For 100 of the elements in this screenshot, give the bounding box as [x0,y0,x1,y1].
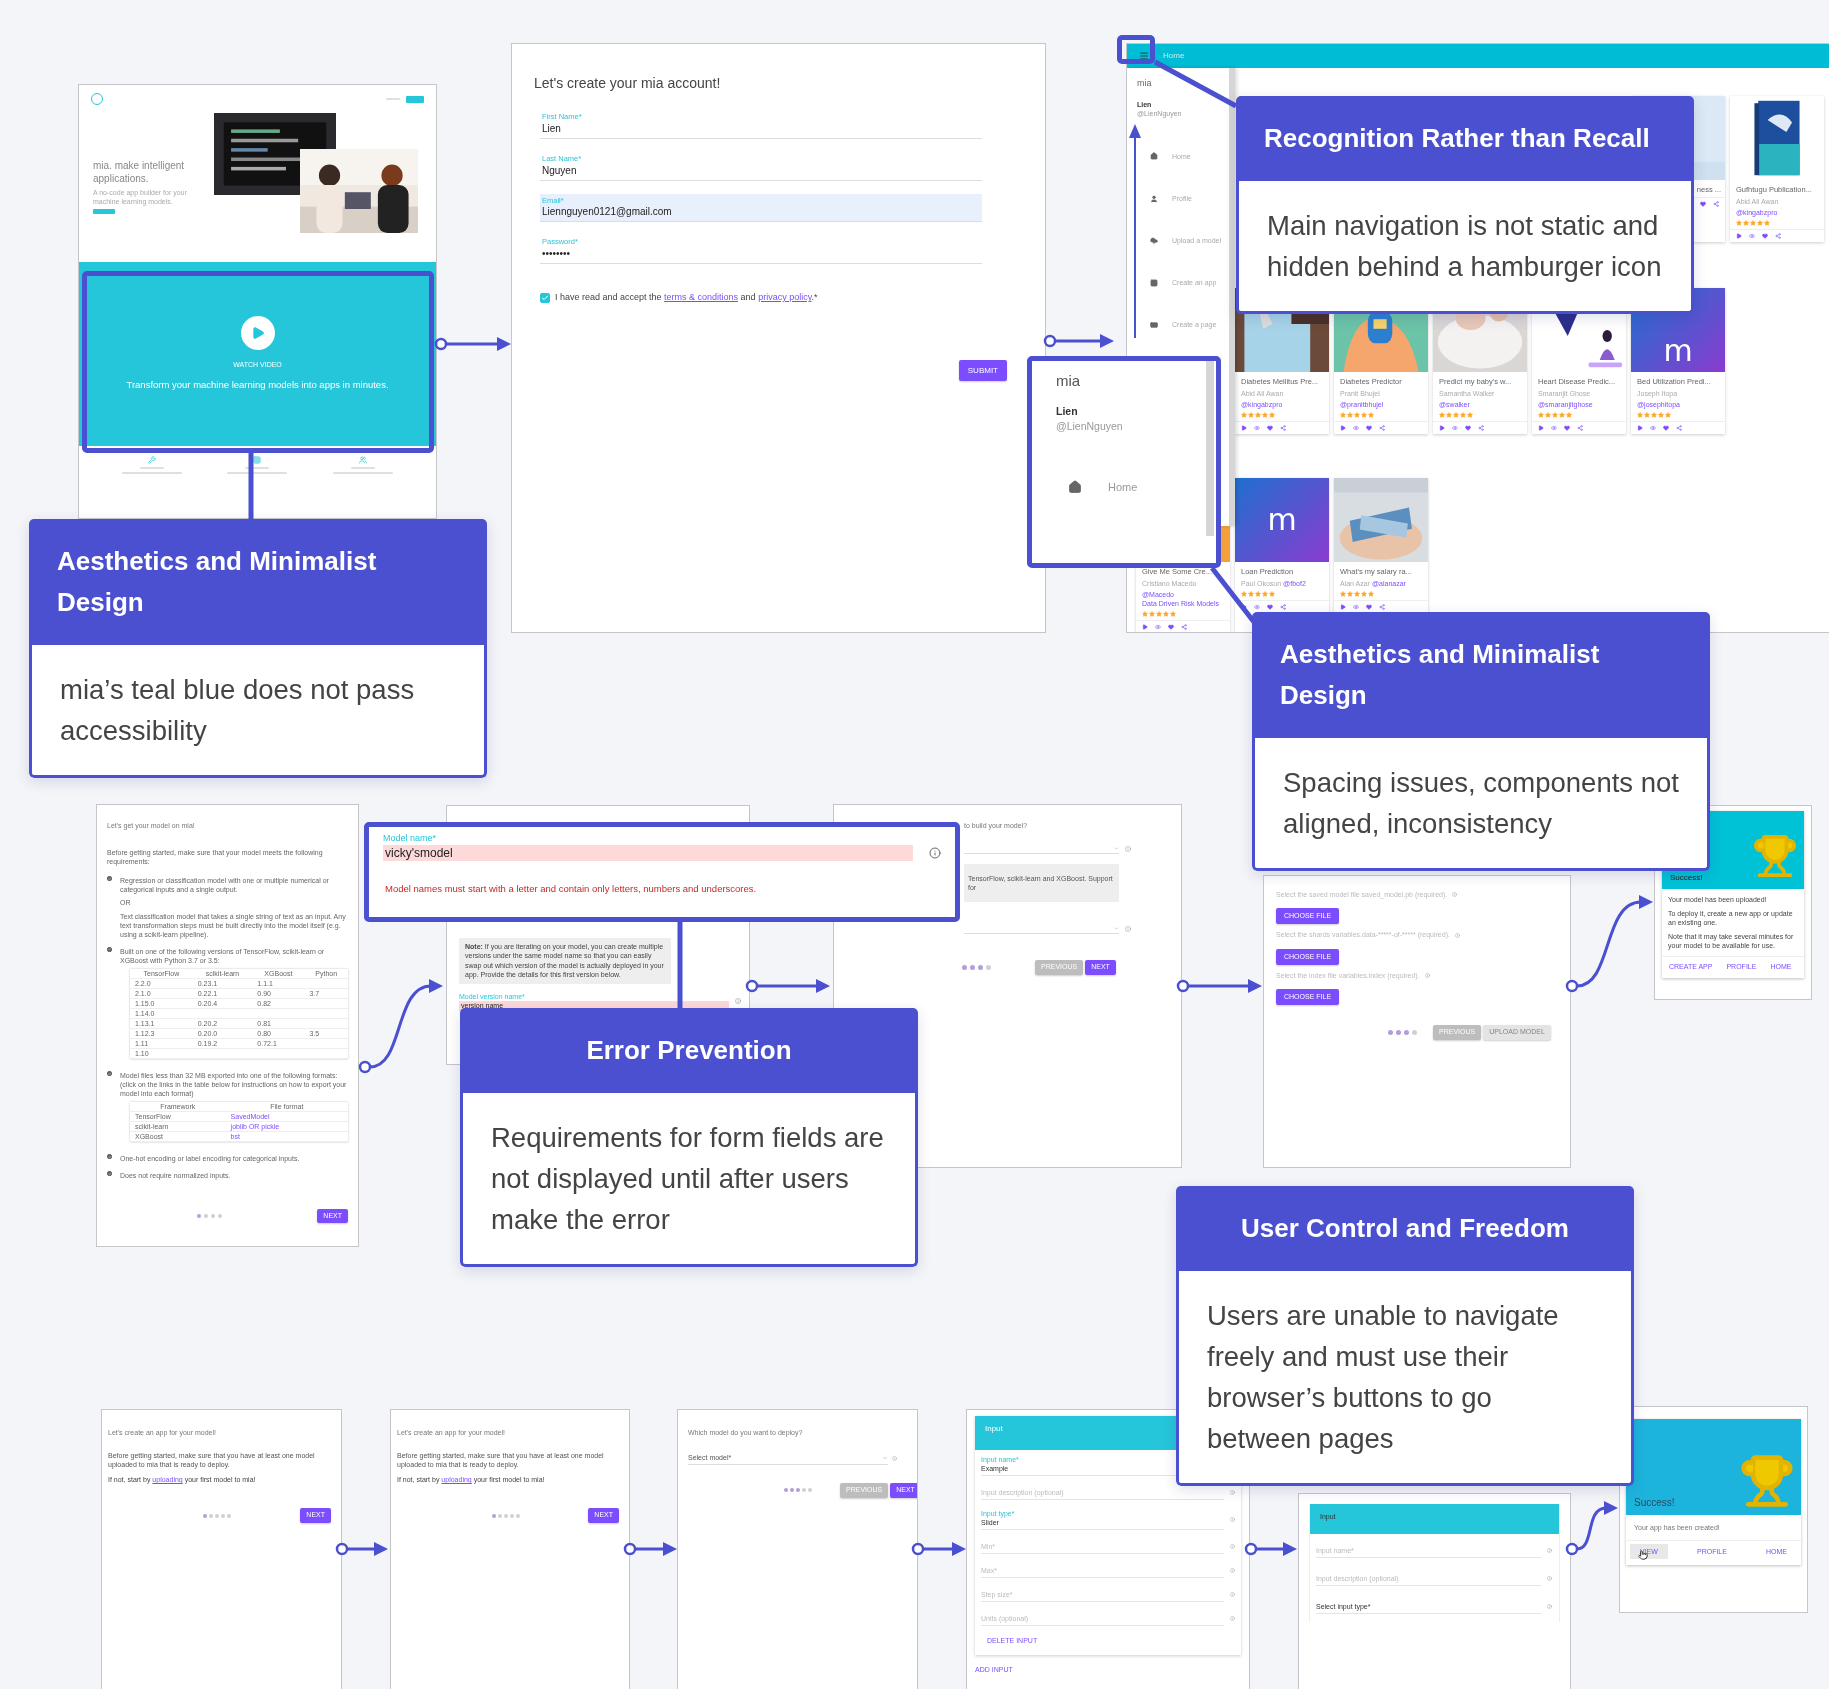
play-icon[interactable] [1340,424,1346,431]
heart-icon[interactable] [1465,424,1471,431]
share-icon[interactable] [1379,424,1385,431]
submit-button[interactable]: SUBMIT [958,359,1007,382]
eye-icon[interactable] [1551,424,1557,431]
success-title: Success! [1670,872,1703,883]
info-icon[interactable] [1452,892,1458,898]
share-icon[interactable] [1280,424,1286,431]
heart-icon[interactable] [1564,424,1570,431]
info-icon[interactable] [1230,1567,1235,1573]
play-icon[interactable] [1637,424,1643,431]
play-icon[interactable] [1538,424,1544,431]
eye-icon[interactable] [1353,603,1359,610]
heart-icon[interactable] [1366,603,1372,610]
play-icon[interactable] [1340,603,1346,610]
checkbox[interactable] [540,293,550,304]
share-icon[interactable] [1676,424,1682,431]
info-icon[interactable] [1230,1516,1235,1522]
highlight-frame [1117,35,1155,64]
annotation-title-tooltip: Aesthetics and Minimalist Design [1252,612,1710,738]
heart-icon[interactable] [1267,603,1273,610]
heart-icon[interactable] [1168,623,1174,630]
play-icon[interactable] [1241,424,1247,431]
annotation-title-tooltip: User Control and Freedom [1176,1186,1634,1271]
signup-button[interactable] [406,95,424,103]
info-icon[interactable] [1125,846,1131,853]
brand-name: mia [1056,371,1082,391]
eye-icon[interactable] [1254,603,1260,610]
user-name: Lien [1056,404,1079,419]
share-icon[interactable] [1280,603,1286,610]
checkbox[interactable] [107,876,112,882]
headline: mia. make intelligent applications. [93,159,186,185]
heart-icon[interactable] [1366,424,1372,431]
info-icon[interactable] [1454,932,1460,938]
info-icon[interactable] [735,998,741,1005]
eye-icon[interactable] [1749,232,1755,239]
feature-icon [147,456,156,464]
play-icon[interactable] [1142,623,1148,630]
page-title: Home [1163,50,1185,62]
profile-icon [1150,194,1158,203]
info-icon[interactable] [1230,1615,1235,1621]
cta-button[interactable] [93,209,115,215]
heart-icon[interactable] [1762,232,1768,239]
share-icon[interactable] [1775,232,1781,239]
checkbox[interactable] [107,1154,112,1160]
brand-name: mia [1137,78,1153,90]
drawer-item[interactable]: Home [1068,479,1216,495]
annotation-text-tooltip: Users are unable to navigate freely and must use their browser’s buttons to go between pages [1176,1271,1634,1486]
heart-icon[interactable] [1267,424,1273,431]
share-icon[interactable] [1713,200,1719,207]
app-logo: m [1235,477,1329,562]
checkbox[interactable] [107,946,112,952]
share-icon[interactable] [1577,424,1583,431]
play-icon[interactable] [1241,603,1247,610]
select-field[interactable] [964,924,1119,935]
info-icon[interactable] [1125,926,1131,933]
heart-icon[interactable] [1700,200,1706,207]
eye-icon[interactable] [1452,424,1458,431]
eye-icon[interactable] [1155,623,1161,630]
page-title: Let's create your mia account! [534,74,722,93]
video-caption: Transform your machine learning models into apps in minutes. [126,379,389,392]
share-icon[interactable] [1379,603,1385,610]
eye-icon[interactable] [1254,424,1260,431]
play-button[interactable] [240,316,275,351]
info-icon[interactable] [1230,1543,1235,1549]
upload-icon [1150,236,1158,245]
info-icon[interactable] [1547,1575,1552,1581]
info-icon[interactable] [892,1455,897,1461]
eye-icon[interactable] [1353,424,1359,431]
info-icon[interactable] [1424,973,1430,978]
annotation-text-tooltip: Spacing issues, components not aligned, inconsistency [1252,738,1710,871]
info-icon[interactable] [1230,1489,1235,1495]
link[interactable]: terms & conditions [664,292,739,303]
annotation-text-tooltip: Main navigation is not static and hidden behind a hamburger icon [1236,181,1694,314]
select-field[interactable] [964,844,1119,855]
play-icon [250,326,265,341]
play-icon[interactable] [1439,424,1445,431]
annotation-title-tooltip: Aesthetics and Minimalist Design [29,519,487,645]
consent-text: I have read and accept the terms & conditions and privacy policy.* [555,292,818,304]
checkbox[interactable] [107,1071,112,1077]
chevron-icon [1114,846,1119,852]
home-icon [1068,479,1082,494]
heart-icon[interactable] [1663,424,1669,431]
checkbox[interactable] [107,1171,112,1177]
info-icon[interactable] [1547,1547,1552,1553]
error-message: Model names must start with a letter and contain only letters, numbers and underscores. [385,882,758,896]
scrollbar[interactable] [1229,68,1235,526]
link[interactable]: privacy policy [758,292,812,303]
trophy-icon [1752,833,1798,879]
success-title: Success! [1634,1496,1675,1509]
play-icon[interactable] [1736,232,1742,239]
info-icon[interactable] [929,847,941,859]
share-icon[interactable] [1181,623,1187,630]
annotation-text-tooltip: mia’s teal blue does not pass accessibility [29,645,487,778]
info-icon[interactable] [1230,1591,1235,1597]
share-icon[interactable] [1478,424,1484,431]
eye-icon[interactable] [1650,424,1656,431]
scrollbar[interactable] [1206,361,1214,536]
info-icon[interactable] [1547,1603,1552,1609]
menu-icon[interactable] [1139,51,1149,61]
